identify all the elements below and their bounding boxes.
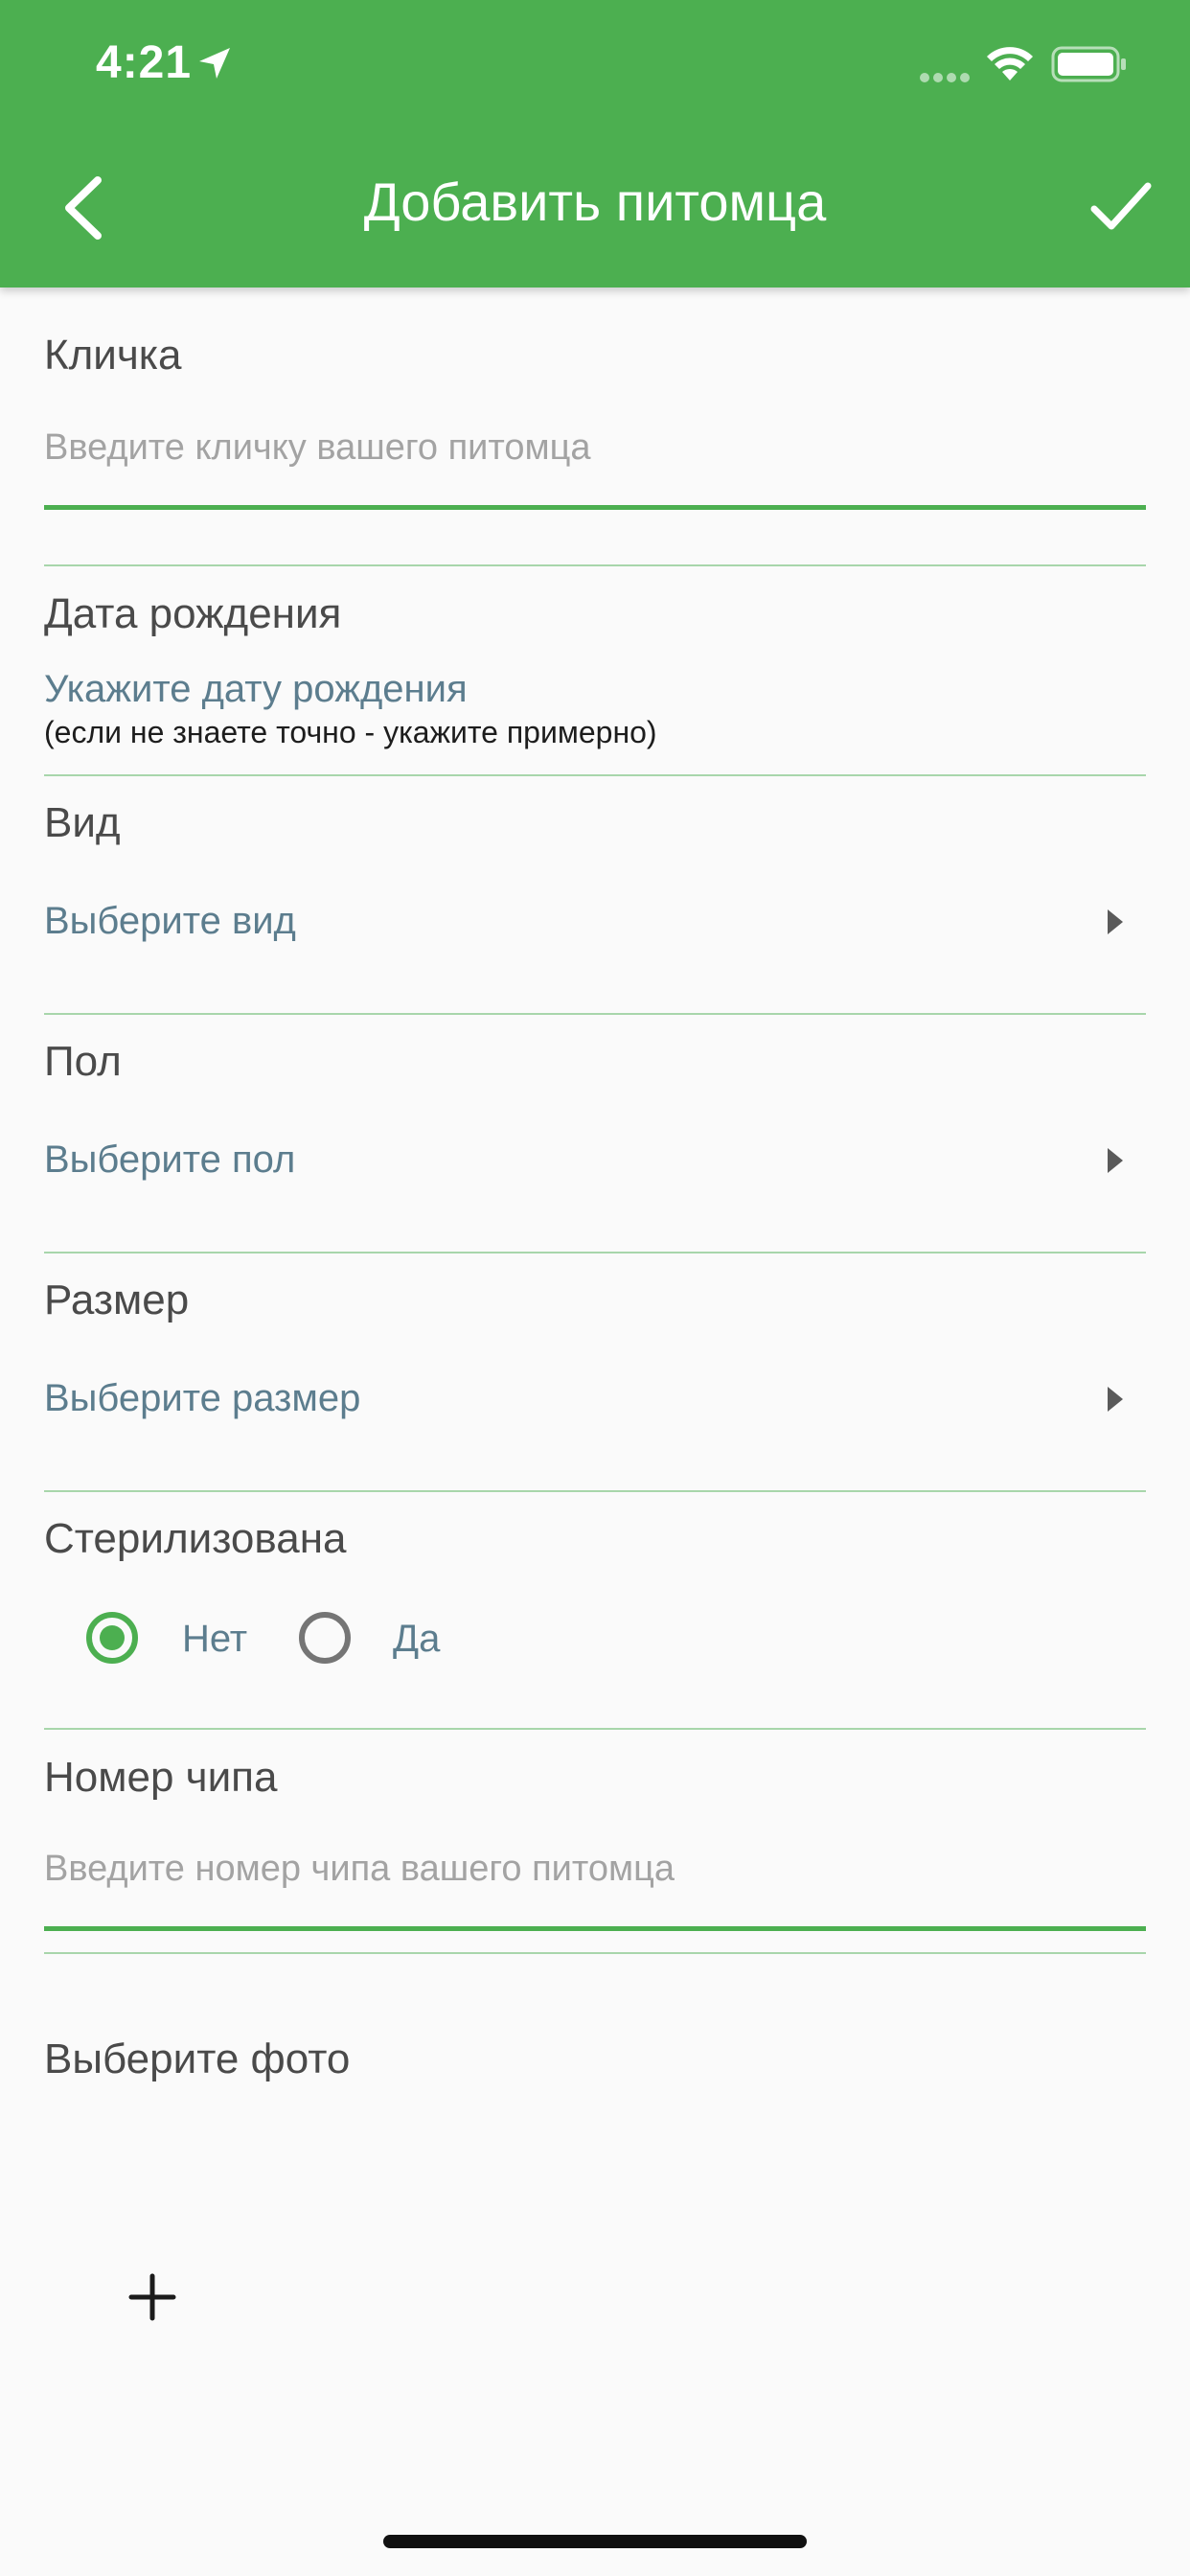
add-pet-screen: 4:21 Добавить питомца Кличка Введите кли… — [0, 0, 1190, 2576]
save-check-button[interactable] — [1090, 180, 1152, 234]
species-label: Вид — [44, 799, 121, 846]
sex-label: Пол — [44, 1038, 122, 1085]
divider — [44, 1952, 1146, 1954]
birthdate-picker-link[interactable]: Укажите дату рождения — [44, 668, 468, 711]
cellular-signal-icon — [920, 73, 970, 82]
divider — [44, 1013, 1146, 1015]
birthdate-label: Дата рождения — [44, 590, 342, 637]
add-photo-plus-icon[interactable] — [128, 2273, 176, 2321]
divider — [44, 774, 1146, 776]
battery-icon — [1051, 46, 1126, 82]
size-label: Размер — [44, 1276, 190, 1323]
location-arrow-icon — [199, 48, 230, 79]
chip-input-underline — [44, 1926, 1146, 1931]
radio-yes[interactable] — [299, 1612, 351, 1664]
size-select[interactable]: Выберите размер — [44, 1377, 360, 1420]
chevron-right-icon[interactable] — [1104, 1146, 1125, 1175]
app-bar: 4:21 Добавить питомца — [0, 0, 1190, 288]
status-time: 4:21 — [96, 37, 193, 88]
divider — [44, 1490, 1146, 1492]
divider — [44, 1252, 1146, 1254]
sterilized-label: Стерилизована — [44, 1515, 347, 1562]
chip-input[interactable]: Введите номер чипа вашего питомца — [44, 1849, 675, 1890]
home-indicator — [383, 2535, 807, 2548]
name-input-underline — [44, 505, 1146, 510]
divider — [44, 564, 1146, 566]
chevron-right-icon[interactable] — [1104, 908, 1125, 936]
photo-label: Выберите фото — [44, 2036, 351, 2082]
radio-no-label[interactable]: Нет — [182, 1618, 247, 1661]
name-label: Кличка — [44, 332, 182, 379]
chip-label: Номер чипа — [44, 1754, 278, 1801]
wifi-icon — [987, 47, 1033, 80]
sex-select[interactable]: Выберите пол — [44, 1138, 295, 1182]
page-title: Добавить питомца — [363, 172, 827, 232]
radio-yes-label[interactable]: Да — [393, 1618, 440, 1661]
birthdate-hint: (если не знаете точно - укажите примерно… — [44, 715, 657, 749]
divider — [44, 1728, 1146, 1730]
radio-no[interactable] — [86, 1612, 138, 1664]
species-select[interactable]: Выберите вид — [44, 900, 296, 943]
chevron-right-icon[interactable] — [1104, 1385, 1125, 1414]
name-input[interactable]: Введите кличку вашего питомца — [44, 427, 591, 469]
